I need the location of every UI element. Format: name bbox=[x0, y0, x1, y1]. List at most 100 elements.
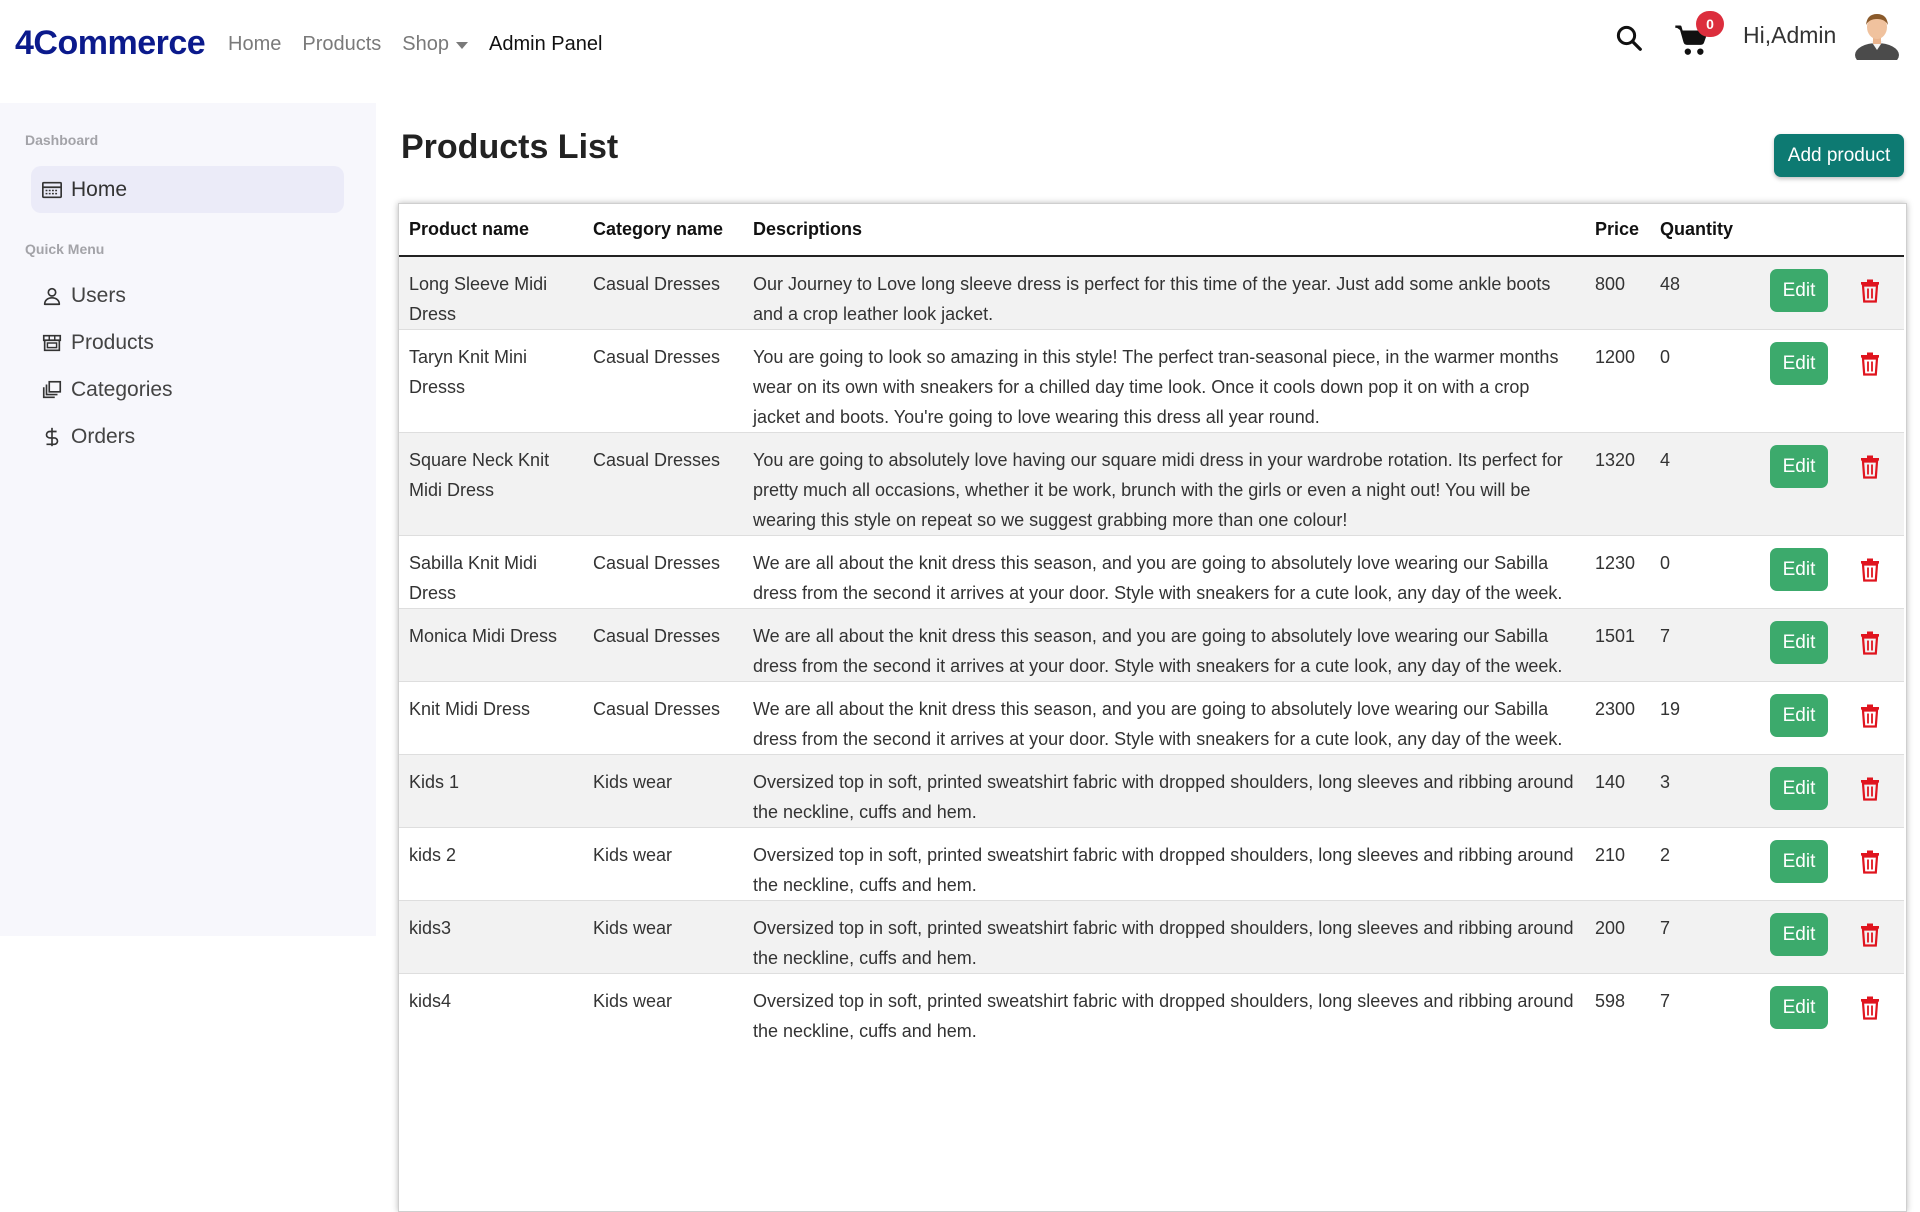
sidebar: Dashboard Home Quick Menu Users Products bbox=[0, 103, 376, 936]
cell-quantity: 19 bbox=[1650, 681, 1760, 755]
cell-description: We are all about the knit dress this sea… bbox=[743, 608, 1585, 682]
dashboard-icon bbox=[42, 181, 62, 198]
table-row: Knit Midi Dress Casual Dresses We are al… bbox=[399, 681, 1904, 755]
page-title: Products List bbox=[401, 128, 619, 166]
sidebar-item-categories[interactable]: Categories bbox=[31, 366, 344, 413]
cell-product-name: Knit Midi Dress bbox=[399, 681, 583, 755]
products-table: Product name Category name Descriptions … bbox=[399, 204, 1904, 1046]
edit-button[interactable]: Edit bbox=[1770, 269, 1828, 312]
table-row: Kids 1 Kids wear Oversized top in soft, … bbox=[399, 754, 1904, 828]
cell-description: Oversized top in soft, printed sweatshir… bbox=[743, 754, 1585, 828]
trash-icon[interactable] bbox=[1860, 923, 1880, 947]
cell-edit: Edit bbox=[1760, 329, 1850, 433]
table-row: Sabilla Knit Midi Dress Casual Dresses W… bbox=[399, 535, 1904, 609]
sidebar-heading-quick-menu: Quick Menu bbox=[25, 241, 105, 257]
dollar-icon bbox=[45, 427, 59, 446]
cell-category-name: Casual Dresses bbox=[583, 329, 743, 433]
chevron-down-icon bbox=[456, 42, 469, 49]
nav-admin-panel[interactable]: Admin Panel bbox=[489, 33, 602, 56]
cell-price: 210 bbox=[1585, 827, 1650, 901]
cell-quantity: 7 bbox=[1650, 608, 1760, 682]
cell-edit: Edit bbox=[1760, 754, 1850, 828]
user-greeting: Hi,Admin bbox=[1743, 22, 1837, 48]
search-icon[interactable] bbox=[1614, 23, 1644, 53]
edit-button[interactable]: Edit bbox=[1770, 342, 1828, 385]
cell-product-name: Kids 1 bbox=[399, 754, 583, 828]
edit-button[interactable]: Edit bbox=[1770, 621, 1828, 664]
cell-quantity: 3 bbox=[1650, 754, 1760, 828]
storefront-icon bbox=[42, 334, 62, 351]
header-delete bbox=[1850, 204, 1904, 257]
nav-shop-label: Shop bbox=[402, 33, 450, 55]
cell-category-name: Casual Dresses bbox=[583, 535, 743, 609]
cell-description: We are all about the knit dress this sea… bbox=[743, 681, 1585, 755]
cart-count-badge: 0 bbox=[1696, 11, 1724, 37]
cell-category-name: Kids wear bbox=[583, 827, 743, 901]
nav-products[interactable]: Products bbox=[302, 33, 381, 56]
cell-price: 200 bbox=[1585, 900, 1650, 974]
sidebar-item-users[interactable]: Users bbox=[31, 272, 344, 319]
cell-quantity: 2 bbox=[1650, 827, 1760, 901]
add-product-button[interactable]: Add product bbox=[1774, 134, 1904, 177]
header-quantity: Quantity bbox=[1650, 204, 1760, 257]
sidebar-heading-dashboard: Dashboard bbox=[25, 132, 99, 148]
table-row: Square Neck Knit Midi Dress Casual Dress… bbox=[399, 432, 1904, 536]
cell-delete bbox=[1850, 973, 1904, 1046]
cell-product-name: Square Neck Knit Midi Dress bbox=[399, 432, 583, 536]
trash-icon[interactable] bbox=[1860, 455, 1880, 479]
cell-product-name: Monica Midi Dress bbox=[399, 608, 583, 682]
cell-quantity: 7 bbox=[1650, 973, 1760, 1046]
avatar[interactable] bbox=[1852, 8, 1902, 60]
nav-shop-dropdown[interactable]: Shop bbox=[402, 33, 469, 56]
edit-button[interactable]: Edit bbox=[1770, 767, 1828, 810]
trash-icon[interactable] bbox=[1860, 777, 1880, 801]
cell-edit: Edit bbox=[1760, 432, 1850, 536]
cell-category-name: Kids wear bbox=[583, 973, 743, 1046]
cell-quantity: 0 bbox=[1650, 329, 1760, 433]
cell-category-name: Kids wear bbox=[583, 900, 743, 974]
trash-icon[interactable] bbox=[1860, 558, 1880, 582]
cell-product-name: Sabilla Knit Midi Dress bbox=[399, 535, 583, 609]
brand-logo[interactable]: 4Commerce bbox=[15, 24, 206, 63]
cell-edit: Edit bbox=[1760, 608, 1850, 682]
trash-icon[interactable] bbox=[1860, 704, 1880, 728]
trash-icon[interactable] bbox=[1860, 850, 1880, 874]
edit-button[interactable]: Edit bbox=[1770, 548, 1828, 591]
sidebar-item-orders[interactable]: Orders bbox=[31, 413, 344, 460]
cell-description: Oversized top in soft, printed sweatshir… bbox=[743, 973, 1585, 1046]
trash-icon[interactable] bbox=[1860, 631, 1880, 655]
edit-button[interactable]: Edit bbox=[1770, 913, 1828, 956]
sidebar-item-products[interactable]: Products bbox=[31, 319, 344, 366]
trash-icon[interactable] bbox=[1860, 352, 1880, 376]
cell-category-name: Kids wear bbox=[583, 754, 743, 828]
sidebar-item-home[interactable]: Home bbox=[31, 166, 344, 213]
cell-category-name: Casual Dresses bbox=[583, 608, 743, 682]
cell-product-name: kids3 bbox=[399, 900, 583, 974]
table-row: Monica Midi Dress Casual Dresses We are … bbox=[399, 608, 1904, 682]
nav-home[interactable]: Home bbox=[228, 33, 281, 56]
cell-category-name: Casual Dresses bbox=[583, 432, 743, 536]
table-row: kids4 Kids wear Oversized top in soft, p… bbox=[399, 973, 1904, 1046]
table-row: kids 2 Kids wear Oversized top in soft, … bbox=[399, 827, 1904, 901]
table-row: kids3 Kids wear Oversized top in soft, p… bbox=[399, 900, 1904, 974]
cell-category-name: Casual Dresses bbox=[583, 255, 743, 330]
sidebar-item-label: Categories bbox=[71, 377, 173, 401]
trash-icon[interactable] bbox=[1860, 279, 1880, 303]
trash-icon[interactable] bbox=[1860, 996, 1880, 1020]
cell-description: We are all about the knit dress this sea… bbox=[743, 535, 1585, 609]
edit-button[interactable]: Edit bbox=[1770, 445, 1828, 488]
edit-button[interactable]: Edit bbox=[1770, 986, 1828, 1029]
cell-price: 140 bbox=[1585, 754, 1650, 828]
cell-delete bbox=[1850, 329, 1904, 433]
cell-delete bbox=[1850, 432, 1904, 536]
table-header-row: Product name Category name Descriptions … bbox=[399, 204, 1904, 257]
header-descriptions: Descriptions bbox=[743, 204, 1585, 257]
edit-button[interactable]: Edit bbox=[1770, 840, 1828, 883]
cell-description: Our Journey to Love long sleeve dress is… bbox=[743, 255, 1585, 330]
cell-description: You are going to look so amazing in this… bbox=[743, 329, 1585, 433]
sidebar-item-label: Orders bbox=[71, 424, 136, 448]
cell-delete bbox=[1850, 681, 1904, 755]
edit-button[interactable]: Edit bbox=[1770, 694, 1828, 737]
cell-description: Oversized top in soft, printed sweatshir… bbox=[743, 827, 1585, 901]
sidebar-item-label: Users bbox=[71, 283, 126, 307]
